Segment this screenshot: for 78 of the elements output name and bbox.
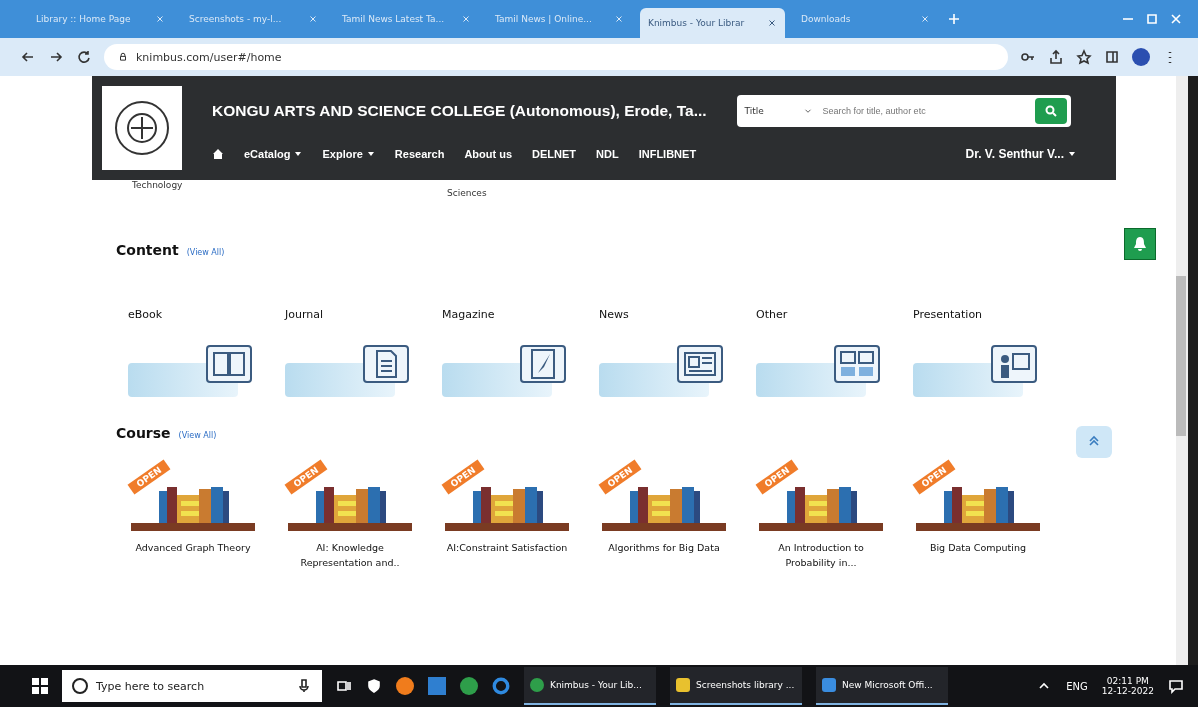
close-icon[interactable] <box>767 18 777 28</box>
section-title: Course <box>116 425 171 441</box>
content-type-label[interactable]: Magazine <box>442 308 599 321</box>
course-title[interactable]: Algorithms for Big Data <box>608 541 720 556</box>
home-icon[interactable] <box>212 148 224 160</box>
taskbar-app[interactable]: New Microsoft Offi... <box>816 667 948 705</box>
microphone-icon[interactable] <box>296 678 312 694</box>
content-type-label[interactable]: Other <box>756 308 913 321</box>
view-all-link[interactable]: (View All) <box>178 431 217 440</box>
close-icon[interactable] <box>308 14 318 24</box>
profile-avatar[interactable] <box>1132 48 1150 66</box>
nav-link[interactable]: INFLIBNET <box>638 148 697 160</box>
category-label: Sciences <box>447 188 487 198</box>
course-title[interactable]: AI:Constraint Satisfaction <box>446 541 568 556</box>
caret-icon[interactable] <box>294 150 303 158</box>
notification-icon[interactable] <box>1168 678 1184 694</box>
shield-icon[interactable] <box>366 678 382 694</box>
star-icon[interactable] <box>1076 49 1092 65</box>
browser-icon[interactable] <box>460 677 478 695</box>
caret-icon[interactable] <box>1068 150 1076 158</box>
nav-link[interactable]: About us <box>464 148 513 160</box>
reload-icon[interactable] <box>76 49 92 65</box>
search-placeholder: Type here to search <box>96 679 205 693</box>
nav-link[interactable]: NDL <box>596 148 619 160</box>
search-button[interactable] <box>1034 98 1067 124</box>
content-type-label[interactable]: eBook <box>128 308 285 321</box>
clock[interactable]: 02:11 PM 12-12-2022 <box>1101 676 1154 696</box>
lock-icon[interactable] <box>118 52 128 62</box>
caret-icon[interactable] <box>366 150 375 158</box>
notification-button[interactable] <box>1124 228 1156 260</box>
scroll-top-button[interactable] <box>1076 426 1112 458</box>
nav-link[interactable]: DELNET <box>532 148 577 160</box>
course-title[interactable]: Advanced Graph Theory <box>135 541 251 556</box>
college-name: KONGU ARTS AND SCIENCE COLLEGE (Autonomous), Erode, Ta... <box>212 102 707 120</box>
task-view-icon[interactable] <box>336 678 352 694</box>
taskbar-app[interactable]: Knimbus - Your Lib... <box>524 667 656 705</box>
close-icon[interactable] <box>920 14 930 24</box>
new-tab-icon[interactable] <box>946 11 962 27</box>
content-type-label[interactable]: News <box>599 308 756 321</box>
other-icon[interactable] <box>834 345 880 383</box>
nav-link[interactable]: eCatalog <box>244 148 291 160</box>
maximize-icon[interactable] <box>1144 11 1160 27</box>
newspaper-icon[interactable] <box>677 345 723 383</box>
document-icon[interactable] <box>363 345 409 383</box>
bell-icon <box>1133 236 1147 252</box>
content-type-label[interactable]: Presentation <box>913 308 1070 321</box>
search-icon <box>1044 105 1057 117</box>
taskbar-app[interactable]: Screenshots library ... <box>670 667 802 705</box>
presentation-icon[interactable] <box>991 345 1037 383</box>
browser-tab[interactable]: Knimbus - Your Librar <box>640 8 785 38</box>
course-title[interactable]: Big Data Computing <box>929 541 1027 556</box>
category-label: Technology <box>132 180 183 190</box>
url-text[interactable]: knimbus.com/user#/home <box>136 50 282 64</box>
windows-start-icon[interactable] <box>32 678 48 694</box>
magazine-icon[interactable] <box>520 345 566 383</box>
college-logo[interactable] <box>102 86 182 170</box>
sidebar-icon[interactable] <box>1104 49 1120 65</box>
user-menu[interactable]: Dr. V. Senthur V... <box>965 147 1064 161</box>
book-icon[interactable] <box>206 345 252 383</box>
search-type-dropdown[interactable]: Title <box>744 106 795 116</box>
course-title[interactable]: An Introduction to Probability in... <box>756 541 886 571</box>
address-bar[interactable]: knimbus.com/user#/home <box>104 44 1008 70</box>
course-title[interactable]: AI: Knowledge Representation and.. <box>285 541 415 571</box>
nav-link[interactable]: Research <box>394 148 445 160</box>
view-all-link[interactable]: (View All) <box>186 248 225 257</box>
section-title: Content <box>116 242 179 258</box>
search-icon <box>72 678 88 694</box>
close-icon[interactable] <box>155 14 165 24</box>
close-icon[interactable] <box>461 14 471 24</box>
nav-link[interactable]: Explore <box>322 148 363 160</box>
taskbar-search-field[interactable]: Type here to search <box>62 670 322 702</box>
content-type-label[interactable]: Journal <box>285 308 442 321</box>
close-icon[interactable] <box>614 14 624 24</box>
browser-icon[interactable] <box>492 677 510 695</box>
browser-icon[interactable] <box>396 677 414 695</box>
scrollbar[interactable] <box>1176 76 1188 665</box>
share-icon[interactable] <box>1048 49 1064 65</box>
language-indicator[interactable]: ENG <box>1066 680 1088 692</box>
